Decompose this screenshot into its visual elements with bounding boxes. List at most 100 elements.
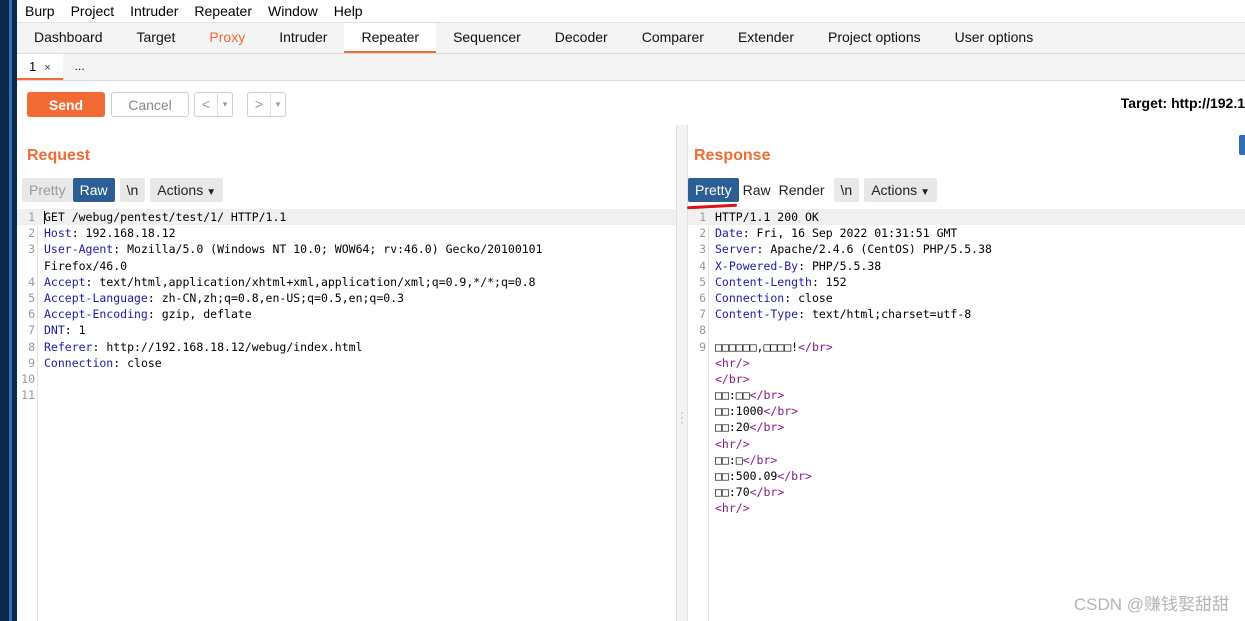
- response-code[interactable]: 1 HTTP/1.1 200 OK 2 Date: Fri, 16 Sep 2022 …: [688, 209, 1245, 517]
- line-text: Firefox/46.0: [44, 258, 127, 274]
- line-text: □□:1000</br>: [715, 403, 798, 419]
- header-name: Accept: [44, 274, 86, 289]
- tab-intruder[interactable]: Intruder: [262, 23, 344, 53]
- line-text: Host: 192.168.18.12: [44, 225, 176, 241]
- request-editor[interactable]: 1 GET /webug/pentest/test/1/ HTTP/1.1 2 Hos…: [17, 209, 676, 621]
- code-line: <hr/>: [688, 436, 1245, 452]
- tab-repeater[interactable]: Repeater: [344, 23, 437, 53]
- target-label[interactable]: Target: http://192.1: [1121, 95, 1245, 111]
- menu-window[interactable]: Window: [260, 0, 326, 22]
- menu-burp[interactable]: Burp: [17, 0, 63, 22]
- chevron-down-icon[interactable]: ▾: [270, 93, 285, 116]
- line-text: <hr/>: [715, 436, 750, 452]
- line-number: 1: [699, 210, 706, 224]
- line-text: Referer: http://192.168.18.12/webug/inde…: [44, 339, 363, 355]
- response-panel: Response Pretty Raw Render \n Actions ▼ 1…: [686, 125, 1245, 621]
- line-text: Connection: close: [44, 355, 162, 371]
- back-navigation: < ▾: [194, 92, 233, 117]
- line-text: □□:□□</br>: [715, 387, 784, 403]
- code-line: 1 GET /webug/pentest/test/1/ HTTP/1.1: [17, 209, 676, 226]
- line-text: DNT: 1: [44, 322, 86, 338]
- burp-window: Burp Project Intruder Repeater Window He…: [17, 0, 1245, 621]
- html-tag: <hr/>: [715, 501, 750, 516]
- header-value: : Mozilla/5.0 (Windows NT 10.0; WOW64; r…: [113, 242, 543, 257]
- tab-target[interactable]: Target: [120, 23, 193, 53]
- line-text: Accept: text/html,application/xhtml+xml,…: [44, 274, 536, 290]
- line-number: 7: [28, 323, 35, 338]
- line-text: □□:□</br>: [715, 452, 777, 468]
- menu-project[interactable]: Project: [63, 0, 123, 22]
- line-text: Server: Apache/2.4.6 (CentOS) PHP/5.5.38: [715, 241, 992, 257]
- drag-handle-icon[interactable]: · · ·: [680, 406, 684, 428]
- chevron-left-icon[interactable]: <: [195, 93, 217, 116]
- code-line: 4 Accept: text/html,application/xhtml+xml…: [17, 274, 676, 290]
- new-tab-button[interactable]: ...: [63, 54, 97, 80]
- line-number: 6: [28, 307, 35, 322]
- code-line: 9 □□□□□□,□□□□!</br>: [688, 339, 1245, 355]
- html-tag: </br>: [749, 485, 785, 500]
- repeater-tab-1[interactable]: 1 ×: [17, 54, 63, 80]
- tab-dashboard[interactable]: Dashboard: [17, 23, 120, 53]
- response-editor[interactable]: 1 HTTP/1.1 200 OK 2 Date: Fri, 16 Sep 2022 …: [688, 209, 1245, 621]
- tab-project-options[interactable]: Project options: [811, 23, 938, 53]
- code-line: □□:1000</br>: [688, 403, 1245, 419]
- response-actions-menu[interactable]: Actions ▼: [864, 178, 938, 202]
- html-tag: </br>: [749, 388, 785, 403]
- header-value: : text/html;charset=utf-8: [798, 307, 972, 322]
- menu-bar: Burp Project Intruder Repeater Window He…: [17, 0, 1245, 22]
- send-button[interactable]: Send: [27, 92, 105, 117]
- chevron-down-icon[interactable]: ▾: [217, 93, 232, 116]
- html-tag: <hr/>: [715, 355, 750, 370]
- request-pretty-button[interactable]: Pretty: [22, 178, 73, 202]
- line-number: 11: [21, 388, 35, 403]
- watermark: CSDN @赚钱娶甜甜: [1073, 595, 1229, 614]
- header-name: Referer: [44, 339, 93, 354]
- cancel-button[interactable]: Cancel: [111, 92, 189, 117]
- tab-comparer[interactable]: Comparer: [625, 23, 721, 53]
- chevron-right-icon[interactable]: >: [248, 93, 270, 116]
- header-name: User-Agent: [44, 242, 114, 257]
- response-pretty-button[interactable]: Pretty: [686, 178, 739, 210]
- line-text: Date: Fri, 16 Sep 2022 01:31:51 GMT: [715, 225, 957, 241]
- code-line: □□:□</br>: [688, 452, 1245, 468]
- request-actions-menu[interactable]: Actions ▼: [150, 178, 224, 202]
- menu-repeater[interactable]: Repeater: [186, 0, 260, 22]
- tab-user-options[interactable]: User options: [938, 23, 1051, 53]
- html-tag: <hr/>: [715, 436, 750, 451]
- body-text: □□:70: [715, 485, 750, 500]
- line-number: 7: [699, 307, 706, 322]
- header-value: : gzip, deflate: [147, 307, 252, 322]
- request-newline-button[interactable]: \n: [119, 178, 146, 202]
- line-text: GET /webug/pentest/test/1/ HTTP/1.1: [44, 209, 286, 225]
- tab-proxy[interactable]: Proxy: [192, 23, 262, 53]
- request-code[interactable]: 1 GET /webug/pentest/test/1/ HTTP/1.1 2 Hos…: [17, 209, 676, 403]
- response-newline-button[interactable]: \n: [833, 178, 860, 202]
- tab-extender[interactable]: Extender: [721, 23, 811, 53]
- request-raw-button[interactable]: Raw: [72, 178, 115, 202]
- request-panel: Request Pretty Raw \n Actions ▼ 1 GET /web…: [17, 125, 676, 621]
- code-line: 8 Referer: http://192.168.18.12/webug/ind…: [17, 339, 676, 355]
- menu-intruder[interactable]: Intruder: [122, 0, 186, 22]
- line-number: 4: [699, 258, 706, 273]
- status-line: HTTP/1.1 200 OK: [715, 210, 819, 224]
- close-icon[interactable]: ×: [44, 62, 50, 74]
- code-line: 5 Accept-Language: zh-CN,zh;q=0.8,en-US;q…: [17, 290, 676, 306]
- repeater-tab-label: 1: [29, 59, 37, 74]
- header-value: : text/html,application/xhtml+xml,applic…: [85, 274, 536, 289]
- header-value: : 192.168.18.12: [71, 226, 176, 241]
- tab-decoder[interactable]: Decoder: [538, 23, 625, 53]
- header-name: Content-Type: [715, 307, 799, 322]
- response-render-button[interactable]: Render: [775, 178, 829, 202]
- header-name: Content-Length: [715, 274, 812, 289]
- code-line: 2 Host: 192.168.18.12: [17, 225, 676, 241]
- panel-splitter[interactable]: · · ·: [676, 125, 688, 621]
- chevron-down-icon: ▼: [920, 187, 931, 198]
- tab-sequencer[interactable]: Sequencer: [436, 23, 538, 53]
- response-raw-button[interactable]: Raw: [739, 178, 775, 202]
- menu-help[interactable]: Help: [326, 0, 371, 22]
- header-value: : 152: [811, 274, 847, 289]
- line-text: □□:500.09</br>: [715, 468, 812, 484]
- layout-toggle-icon[interactable]: [1239, 135, 1245, 155]
- line-text: </br>: [715, 371, 750, 387]
- line-number: 2: [28, 226, 35, 241]
